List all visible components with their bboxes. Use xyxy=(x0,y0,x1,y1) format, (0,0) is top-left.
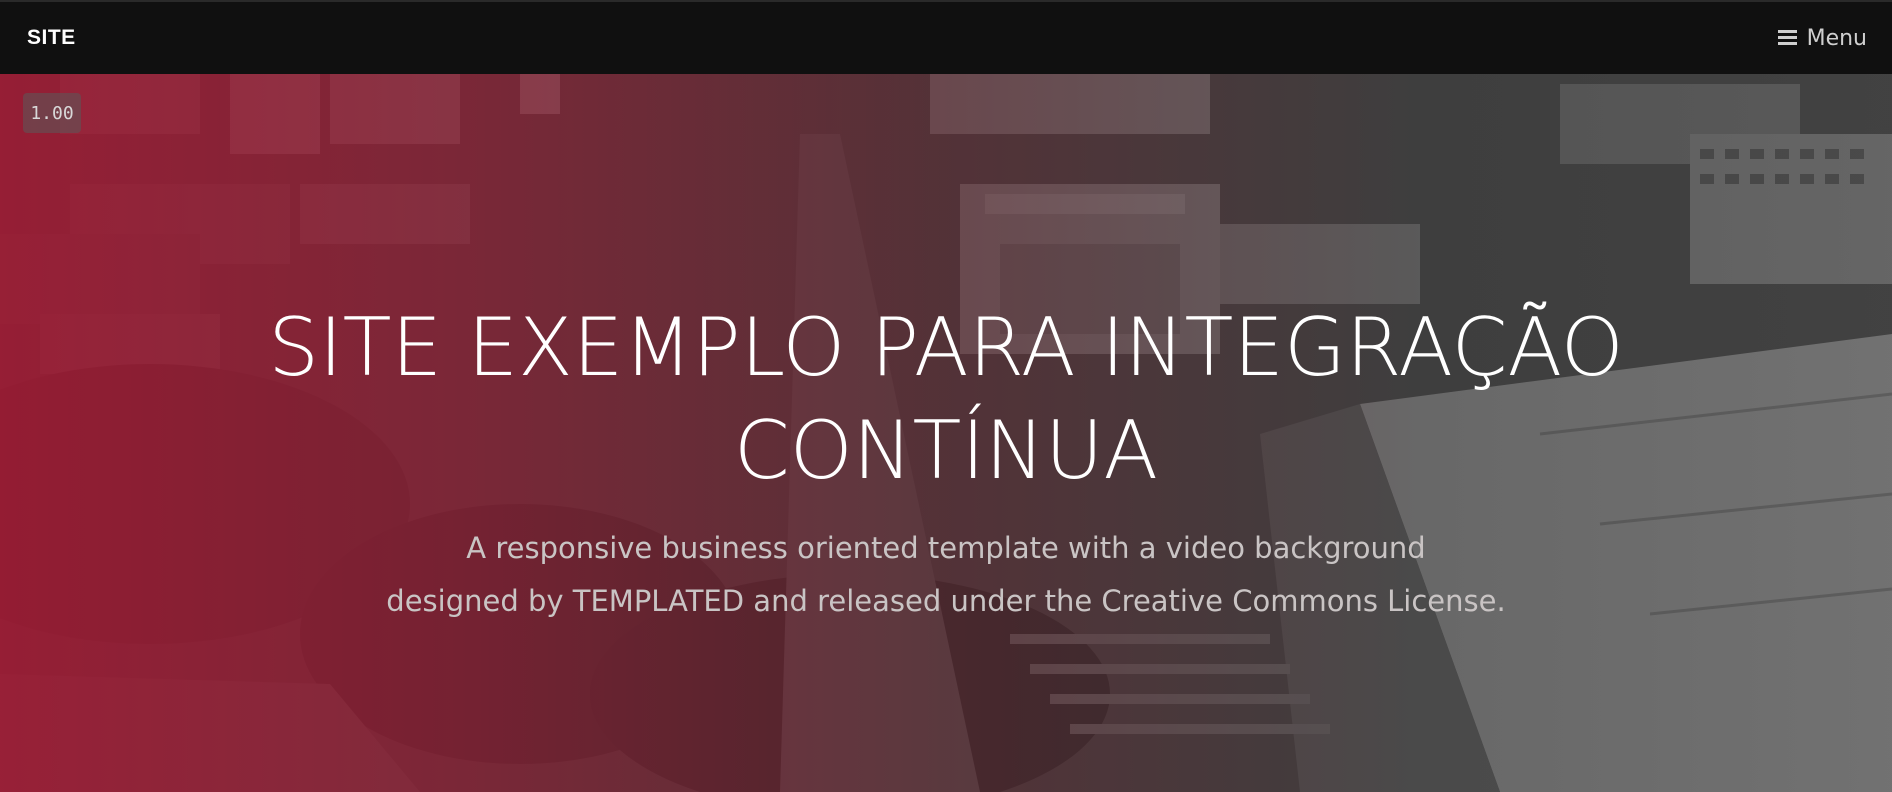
site-header: SITE Menu xyxy=(0,0,1892,74)
playback-speed-badge[interactable]: 1.00 xyxy=(23,93,81,133)
site-logo[interactable]: SITE xyxy=(27,26,76,50)
menu-button[interactable]: Menu xyxy=(1777,25,1867,51)
video-banner: 1.00 SITE EXEMPLO PARA INTEGRAÇÃO CONTÍN… xyxy=(0,74,1892,792)
hero-subtitle-line-2: designed by TEMPLATED and released under… xyxy=(386,584,1506,618)
hero-title-line-2: CONTÍNUA xyxy=(733,404,1159,497)
hero-subtitle-line-1: A responsive business oriented template … xyxy=(466,531,1426,565)
hamburger-menu-icon xyxy=(1777,30,1797,46)
hero-subtitle: A responsive business oriented template … xyxy=(0,522,1892,628)
hero-title-line-1: SITE EXEMPLO PARA INTEGRAÇÃO xyxy=(268,301,1624,394)
menu-label: Menu xyxy=(1806,25,1867,51)
hero-title: SITE EXEMPLO PARA INTEGRAÇÃO CONTÍNUA xyxy=(0,296,1892,502)
